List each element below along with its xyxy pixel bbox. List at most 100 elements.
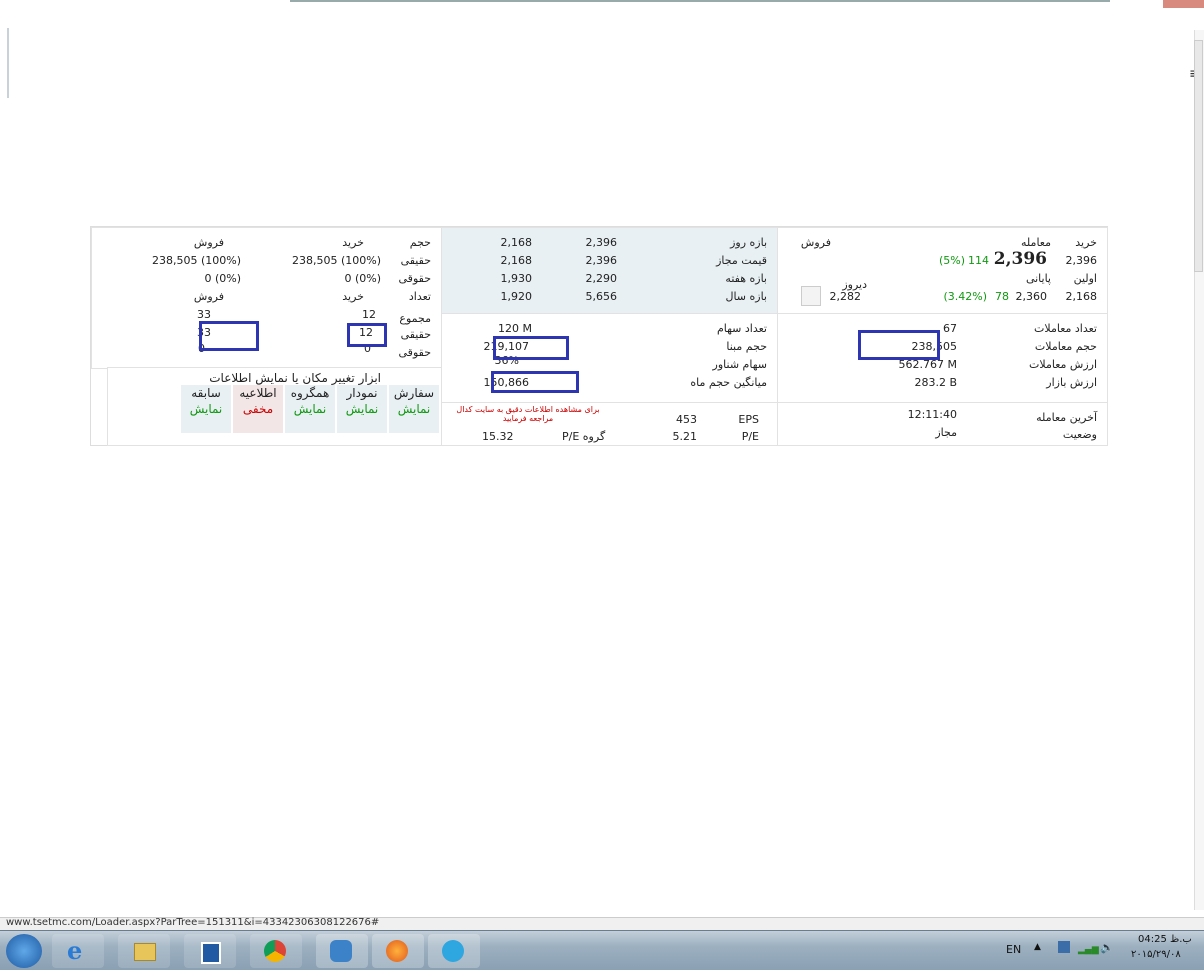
scrollbar-thumb[interactable] [1194, 40, 1203, 272]
chrome-icon[interactable] [250, 934, 302, 968]
trade-stats-section: تعداد معاملات 67 حجم معاملات 238,505 ارز… [777, 313, 1108, 403]
last-trade-label: آخرین معامله [1036, 411, 1097, 424]
network-icon[interactable] [1058, 941, 1070, 953]
legal-sell-volume: 0 (0%) [204, 272, 241, 285]
group-pe-value: 15.32 [482, 430, 514, 443]
allowed-range-high: 2,396 [585, 254, 618, 267]
total-label: مجموع [399, 312, 431, 325]
float-label: سهام شناور [712, 358, 767, 371]
week-range-high: 2,290 [585, 272, 618, 285]
yesterday-price: 2,282 [829, 290, 862, 303]
allowed-range-label: قیمت مجاز [716, 254, 767, 267]
ie-icon[interactable]: e [52, 934, 104, 968]
clock-date[interactable]: ۲۰۱۵/۲۹/۰۸ [1131, 949, 1181, 960]
media-player-icon[interactable] [184, 934, 236, 968]
status-label: وضعیت [1062, 428, 1097, 441]
tool-history-bottom: نمایش [189, 402, 223, 416]
tool-orders-bottom: نمایش [397, 402, 431, 416]
language-indicator[interactable]: EN [1006, 943, 1021, 956]
signal-icon[interactable]: ▂▄▆ [1078, 945, 1099, 955]
clock-time[interactable]: 04:25 ب.ظ [1138, 934, 1192, 945]
legal-buy-volume: 0 (0%) [344, 272, 381, 285]
highlight-avg-month [491, 371, 579, 393]
final-change: 78 [995, 290, 1009, 303]
tool-chart-button[interactable]: نمودار نمایش [337, 385, 387, 433]
volume-label: حجم [409, 236, 431, 249]
app-icon[interactable] [316, 934, 368, 968]
year-range-low: 1,920 [500, 290, 533, 303]
tool-orders-top: سفارش [393, 386, 435, 400]
shares-value: 120 M [498, 322, 532, 335]
trades-count-label: تعداد معاملات [1034, 322, 1097, 335]
tools-title: ابزار تغییر مکان یا نمایش اطلاعات [209, 371, 381, 385]
status-value: مجاز [935, 426, 957, 439]
last-change: 114 [968, 254, 989, 267]
tool-history-top: سابقه [191, 386, 221, 400]
count-buy-label: خرید [342, 290, 364, 303]
volume-icon[interactable]: 🔈 [1100, 941, 1114, 954]
firefox-icon[interactable] [372, 934, 424, 968]
tool-history-button[interactable]: سابقه نمایش [181, 385, 231, 433]
day-range-low: 2,168 [500, 236, 533, 249]
tray-arrow-icon[interactable]: ▲ [1034, 942, 1041, 952]
buy-col-label: خرید [342, 236, 364, 249]
codal-note[interactable]: برای مشاهده اطلاعات دقیق به سایت کدال مر… [448, 405, 608, 423]
count-sell-label: فروش [193, 290, 224, 303]
tool-chart-top: نمودار [346, 386, 378, 400]
total-sell-count: 33 [197, 308, 211, 321]
allowed-range-low: 2,168 [500, 254, 533, 267]
count-label: تعداد [408, 290, 431, 303]
eps-section: EPS 453 P/E 5.21 برای مشاهده اطلاعات دقی… [441, 402, 778, 446]
highlight-trade-volume [858, 330, 940, 360]
last-percent: (5%) [938, 254, 965, 267]
tool-group-bottom: نمایش [293, 402, 327, 416]
window-left-edge [7, 28, 9, 98]
highlight-real-buy-count [347, 323, 387, 347]
legal-count-label: حقوقی [398, 346, 431, 359]
pe-value: 5.21 [672, 430, 698, 443]
base-volume-label: حجم مبنا [726, 340, 767, 353]
explorer-icon[interactable] [118, 934, 170, 968]
first-price: 2,168 [1065, 290, 1098, 303]
status-bar: www.tsetmc.com/Loader.aspx?ParTree=15131… [0, 917, 1204, 931]
last-trade-time: 12:11:40 [907, 408, 957, 421]
tools-section: ابزار تغییر مکان یا نمایش اطلاعات سفارش … [107, 367, 442, 446]
status-url: www.tsetmc.com/Loader.aspx?ParTree=15131… [6, 917, 380, 928]
tool-notice-bottom: مخفی [242, 402, 274, 416]
final-percent: (3.42%) [943, 290, 987, 303]
tool-orders-button[interactable]: سفارش نمایش [389, 385, 439, 433]
real-sell-volume: 238,505 (100%) [151, 254, 241, 267]
tool-group-button[interactable]: همگروه نمایش [285, 385, 335, 433]
start-button[interactable] [6, 934, 42, 968]
market-value-value: 283.2 B [914, 376, 957, 389]
buy-label: خرید [1075, 236, 1097, 249]
telegram-icon[interactable] [428, 934, 480, 968]
day-range-high: 2,396 [585, 236, 618, 249]
real-buy-volume: 238,505 (100%) [291, 254, 381, 267]
year-range-label: بازه سال [725, 290, 767, 303]
legal-label: حقوقی [398, 272, 431, 285]
top-right-close-corner[interactable] [1163, 0, 1204, 8]
market-value-label: ارزش بازار [1046, 376, 1097, 389]
tool-group-top: همگروه [290, 386, 330, 400]
trades-count-value: 67 [943, 322, 957, 335]
price-section: خرید معامله فروش 2,396 2,396 114 (5%) او… [777, 227, 1108, 314]
final-price: 2,360 [1015, 290, 1048, 303]
taskbar: e EN ▲ ▂▄▆ 🔈 04:25 ب.ظ ۲۰۱۵/۲۹/۰۸ [0, 930, 1204, 970]
trade-value-label: ارزش معاملات [1029, 358, 1097, 371]
tools-buttons: سفارش نمایش نمودار نمایش همگروه نمایش اط… [169, 385, 439, 433]
tool-notice-button[interactable]: اطلاعیه مخفی [233, 385, 283, 433]
chart-icon[interactable] [801, 286, 821, 306]
highlight-real-sell-count [199, 321, 259, 351]
avg-month-label: میانگین حجم ماه [690, 376, 767, 389]
real-count-label: حقیقی [400, 328, 431, 341]
week-range-low: 1,930 [500, 272, 533, 285]
week-range-label: بازه هفته [725, 272, 767, 285]
highlight-base-volume [493, 336, 569, 360]
trade-volume-label: حجم معاملات [1034, 340, 1097, 353]
first-label: اولین [1073, 272, 1097, 285]
final-label: پایانی [1025, 272, 1051, 285]
stock-info-panel: خرید معامله فروش 2,396 2,396 114 (5%) او… [90, 226, 1108, 446]
eps-value: 453 [676, 413, 697, 426]
total-buy-count: 12 [362, 308, 376, 321]
